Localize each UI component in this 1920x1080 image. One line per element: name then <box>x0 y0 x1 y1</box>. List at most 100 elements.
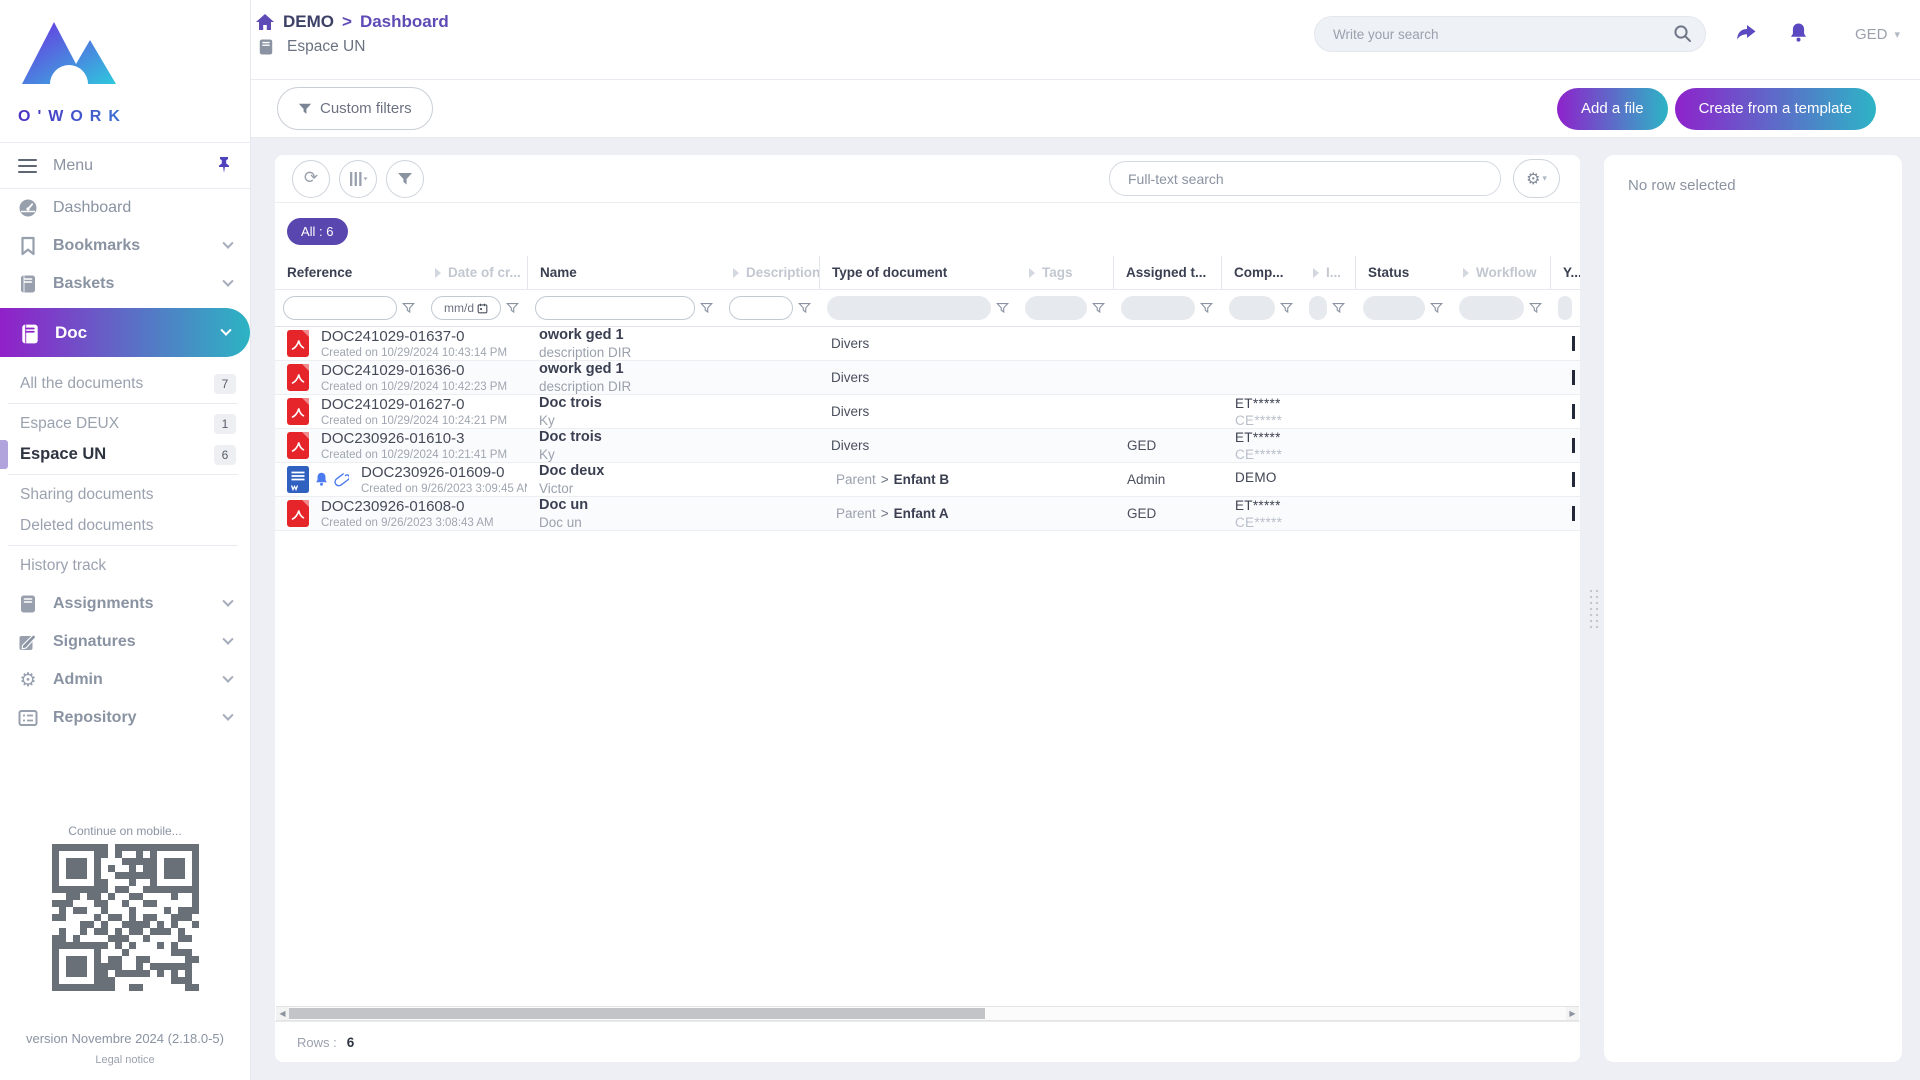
funnel-outline-icon[interactable] <box>1430 302 1443 314</box>
sidebar-item-dashboard[interactable]: Dashboard <box>0 189 250 227</box>
hamburger-icon[interactable] <box>18 159 37 173</box>
sidebar-item-signatures[interactable]: Signatures <box>0 623 250 661</box>
table-row[interactable]: DOC241029-01637-0Created on 10/29/2024 1… <box>275 327 1580 361</box>
sidebar-item-baskets[interactable]: Baskets <box>0 265 250 303</box>
column-header-i[interactable]: I... <box>1301 256 1355 289</box>
filter-status-input[interactable] <box>1363 296 1425 320</box>
filter-workflow-input[interactable] <box>1459 296 1524 320</box>
all-filter-chip[interactable]: All : 6 <box>287 218 348 245</box>
funnel-icon <box>397 172 413 186</box>
fulltext-search-input[interactable] <box>1109 161 1501 196</box>
scroll-right-arrow[interactable]: ▶ <box>1566 1007 1579 1020</box>
table-row[interactable]: DOC230926-01609-0Created on 9/26/2023 3:… <box>275 463 1580 497</box>
table-row[interactable]: DOC241029-01636-0Created on 10/29/2024 1… <box>275 361 1580 395</box>
funnel-outline-icon[interactable] <box>1092 302 1105 314</box>
refresh-button[interactable]: ⟳ <box>292 160 330 198</box>
chevron-down-icon: ▾ <box>1894 28 1900 41</box>
column-header-description[interactable]: Description <box>721 256 819 289</box>
rows-label: Rows : <box>297 1035 337 1050</box>
document-created: Created on 10/29/2024 10:43:14 PM <box>321 347 507 359</box>
funnel-outline-icon[interactable] <box>798 302 811 314</box>
sidebar-item-espace-un[interactable]: Espace UN 6 <box>0 439 250 470</box>
column-header-date[interactable]: Date of cr... <box>423 256 527 289</box>
scrollbar-thumb[interactable] <box>289 1008 985 1019</box>
column-header-name[interactable]: Name <box>527 256 721 289</box>
filter-i-input[interactable] <box>1309 296 1327 320</box>
column-header-assigned[interactable]: Assigned t... <box>1113 256 1221 289</box>
scroll-left-arrow[interactable]: ◀ <box>276 1007 289 1020</box>
panel-resize-handle[interactable] <box>1588 588 1600 630</box>
funnel-outline-icon[interactable] <box>1529 302 1542 314</box>
filter-type-input[interactable] <box>827 296 991 320</box>
clipped-cell-text <box>1572 336 1575 351</box>
notifications-button[interactable] <box>1786 20 1811 49</box>
column-header-reference[interactable]: Reference <box>275 256 423 289</box>
sidebar-item-bookmarks[interactable]: Bookmarks <box>0 227 250 265</box>
funnel-outline-icon[interactable] <box>1200 302 1213 314</box>
columns-button[interactable] <box>339 160 377 198</box>
funnel-outline-icon[interactable] <box>506 302 519 314</box>
sidebar-item-doc-active[interactable]: Doc <box>0 308 250 357</box>
sidebar-item-admin[interactable]: ⚙ Admin <box>0 661 250 699</box>
filter-y-input[interactable] <box>1558 296 1572 320</box>
filter-date-input[interactable]: mm/d <box>431 296 501 320</box>
sidebar-item-assignments[interactable]: Assignments <box>0 585 250 623</box>
document-reference: DOC230926-01610-3 <box>321 430 507 447</box>
home-icon[interactable] <box>255 13 275 31</box>
funnel-outline-icon[interactable] <box>1332 302 1345 314</box>
document-name: Doc trois <box>539 429 602 445</box>
mountain-logo-icon <box>16 14 120 104</box>
column-header-company[interactable]: Comp... <box>1221 256 1301 289</box>
filter-assigned-input[interactable] <box>1121 296 1195 320</box>
funnel-outline-icon[interactable] <box>700 302 713 314</box>
breadcrumb-root[interactable]: DEMO <box>283 12 334 32</box>
column-header-status[interactable]: Status <box>1355 256 1451 289</box>
filter-tags-input[interactable] <box>1025 296 1087 320</box>
share-button[interactable] <box>1732 21 1760 48</box>
funnel-outline-icon[interactable] <box>996 302 1009 314</box>
legal-notice-link[interactable]: Legal notice <box>0 1054 250 1066</box>
funnel-outline-icon[interactable] <box>1280 302 1293 314</box>
sidebar-item-deleted-documents[interactable]: Deleted documents <box>0 510 250 541</box>
bell-icon <box>314 471 329 488</box>
column-header-tags[interactable]: Tags <box>1017 256 1113 289</box>
column-header-workflow[interactable]: Workflow <box>1451 256 1550 289</box>
documents-table-card: ⟳ ⚙ ▾ <box>275 155 1580 1062</box>
filter-company-input[interactable] <box>1229 296 1275 320</box>
breadcrumb-current[interactable]: Dashboard <box>360 12 449 32</box>
sidebar-item-sharing-documents[interactable]: Sharing documents <box>0 479 250 510</box>
filter-name-input[interactable] <box>535 296 695 320</box>
document-created: Created on 9/26/2023 3:09:45 AM <box>361 483 527 495</box>
clipped-cell-text <box>1572 404 1575 419</box>
document-created: Created on 10/29/2024 10:21:41 PM <box>321 449 507 461</box>
column-header-type[interactable]: Type of document <box>819 256 1017 289</box>
count-badge: 7 <box>214 374 236 394</box>
funnel-outline-icon[interactable] <box>402 302 415 314</box>
book-icon <box>18 274 38 294</box>
table-row[interactable]: DOC230926-01608-0Created on 9/26/2023 3:… <box>275 497 1580 531</box>
pin-icon[interactable] <box>216 157 232 174</box>
sidebar-item-all-documents[interactable]: All the documents 7 <box>0 368 250 399</box>
global-search-input[interactable] <box>1314 16 1706 52</box>
sort-caret-icon <box>1029 268 1035 278</box>
filter-button[interactable] <box>386 160 424 198</box>
divider <box>8 474 238 475</box>
column-header-y[interactable]: Y... <box>1550 256 1580 289</box>
sidebar-footer: Continue on mobile... version Novembre 2… <box>0 824 250 1080</box>
document-subtitle: Doc un <box>539 515 588 530</box>
search-icon[interactable] <box>1673 24 1692 43</box>
add-file-button[interactable]: Add a file <box>1557 88 1668 130</box>
sidebar-item-history-track[interactable]: History track <box>0 550 250 581</box>
filter-description-input[interactable] <box>729 296 793 320</box>
horizontal-scrollbar[interactable]: ◀ ▶ <box>276 1006 1579 1021</box>
table-row[interactable]: DOC230926-01610-3 Created on 10/29/2024 1… <box>275 429 1580 463</box>
filter-reference-input[interactable] <box>283 296 397 320</box>
sidebar-item-espace-deux[interactable]: Espace DEUX 1 <box>0 408 250 439</box>
table-settings-button[interactable]: ⚙ ▾ <box>1513 159 1560 198</box>
custom-filters-button[interactable]: Custom filters <box>277 87 433 130</box>
table-row[interactable]: DOC241029-01627-0Created on 10/29/2024 1… <box>275 395 1580 429</box>
create-from-template-button[interactable]: Create from a template <box>1675 88 1876 130</box>
mobile-hint: Continue on mobile... <box>0 824 250 838</box>
user-menu[interactable]: GED ▾ <box>1855 26 1900 43</box>
sidebar-item-repository[interactable]: Repository <box>0 699 250 737</box>
